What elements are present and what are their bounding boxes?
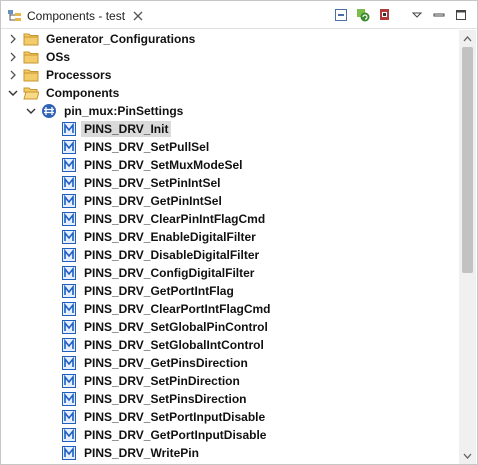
lock-icon[interactable]: [375, 5, 395, 25]
method-item[interactable]: PINS_DRV_ClearPortIntFlagCmd: [45, 300, 274, 318]
method-item[interactable]: PINS_DRV_SetPinDirection: [45, 372, 243, 390]
vertical-scrollbar[interactable]: [459, 30, 476, 464]
method-icon: [61, 355, 77, 371]
method-item[interactable]: PINS_DRV_ConfigDigitalFilter: [45, 264, 257, 282]
component-tree-icon: [7, 8, 23, 24]
method-label: PINS_DRV_WritePin: [84, 446, 199, 460]
folder-icon: [23, 67, 39, 83]
method-item[interactable]: PINS_DRV_SetPinIntSel: [45, 174, 224, 192]
method-icon: [61, 301, 77, 317]
view-toolbar: [329, 5, 471, 25]
method-label: PINS_DRV_GetPortIntFlag: [84, 284, 234, 298]
method-icon: [61, 265, 77, 281]
tab-components[interactable]: Components - test: [3, 3, 153, 29]
method-label: PINS_DRV_ConfigDigitalFilter: [84, 266, 255, 280]
tree-item-label: Processors: [46, 68, 112, 82]
method-label: PINS_DRV_SetPullSel: [84, 140, 210, 154]
view-tab-bar: Components - test: [1, 1, 477, 29]
method-item[interactable]: PINS_DRV_GetPortInputDisable: [45, 426, 269, 444]
method-item[interactable]: PINS_DRV_SetGlobalIntControl: [45, 336, 267, 354]
method-icon: [61, 193, 77, 209]
method-icon: [61, 247, 77, 263]
method-icon: [61, 319, 77, 335]
pin-settings-component-icon: [41, 103, 57, 119]
method-label: PINS_DRV_GetPinsDirection: [84, 356, 248, 370]
chevron-right-icon[interactable]: [7, 30, 19, 48]
method-item[interactable]: PINS_DRV_SetPinsDirection: [45, 390, 250, 408]
method-item[interactable]: PINS_DRV_DisableDigitalFilter: [45, 246, 262, 264]
folder-icon: [23, 31, 39, 47]
tab-title: Components - test: [27, 9, 126, 23]
method-item[interactable]: PINS_DRV_SetMuxModeSel: [45, 156, 246, 174]
method-label: PINS_DRV_SetPinsDirection: [84, 392, 247, 406]
collapse-all-icon[interactable]: [331, 5, 351, 25]
chevron-down-icon[interactable]: [25, 102, 37, 120]
scrollbar-thumb[interactable]: [462, 47, 473, 273]
tree-item-components[interactable]: Components: [7, 84, 122, 102]
minimize-icon[interactable]: [429, 5, 449, 25]
components-view: Components - test Generator_Configuratio…: [0, 0, 478, 465]
method-icon: [61, 283, 77, 299]
method-icon: [61, 211, 77, 227]
method-label: PINS_DRV_GetPinIntSel: [84, 194, 222, 208]
method-item[interactable]: PINS_DRV_GetPinsDirection: [45, 354, 251, 372]
method-label: PINS_DRV_GetPortInputDisable: [84, 428, 267, 442]
method-icon: [61, 391, 77, 407]
method-label: PINS_DRV_SetPinDirection: [84, 374, 240, 388]
method-item[interactable]: PINS_DRV_SetGlobalPinControl: [45, 318, 271, 336]
method-label: PINS_DRV_ClearPinIntFlagCmd: [84, 212, 266, 226]
method-item[interactable]: PINS_DRV_EnableDigitalFilter: [45, 228, 259, 246]
tree-item-processors[interactable]: Processors: [7, 66, 114, 84]
maximize-icon[interactable]: [451, 5, 471, 25]
method-icon: [61, 409, 77, 425]
method-icon: [61, 175, 77, 191]
tree-item-label: pin_mux:PinSettings: [64, 104, 184, 118]
method-icon: [61, 157, 77, 173]
close-icon[interactable]: [131, 9, 145, 23]
method-item[interactable]: PINS_DRV_SetPortInputDisable: [45, 408, 268, 426]
method-label: PINS_DRV_SetPinIntSel: [84, 176, 221, 190]
tree-item-label: Components: [46, 86, 120, 100]
refresh-icon[interactable]: [353, 5, 373, 25]
method-label: PINS_DRV_SetGlobalIntControl: [84, 338, 264, 352]
method-item[interactable]: PINS_DRV_SetPullSel: [45, 138, 212, 156]
tree-item-pin-mux[interactable]: pin_mux:PinSettings: [25, 102, 186, 120]
method-label: PINS_DRV_EnableDigitalFilter: [84, 230, 256, 244]
folder-open-icon: [23, 85, 39, 101]
tree-item-label: OSs: [46, 50, 71, 64]
scroll-down-arrow-icon[interactable]: [459, 447, 476, 464]
chevron-right-icon[interactable]: [7, 48, 19, 66]
method-icon: [61, 229, 77, 245]
method-item[interactable]: PINS_DRV_GetPortIntFlag: [45, 282, 237, 300]
method-icon: [61, 373, 77, 389]
method-icon: [61, 121, 77, 137]
method-icon: [61, 139, 77, 155]
tree-item-generator-configurations[interactable]: Generator_Configurations: [7, 30, 198, 48]
method-icon: [61, 337, 77, 353]
method-label: PINS_DRV_ClearPortIntFlagCmd: [84, 302, 271, 316]
view-menu-icon[interactable]: [407, 5, 427, 25]
method-label: PINS_DRV_Init: [81, 121, 172, 137]
chevron-right-icon[interactable]: [7, 66, 19, 84]
method-item[interactable]: PINS_DRV_Init: [45, 120, 172, 138]
chevron-down-icon[interactable]: [7, 84, 19, 102]
folder-icon: [23, 49, 39, 65]
method-icon: [61, 427, 77, 443]
method-item[interactable]: PINS_DRV_WritePin: [45, 444, 202, 462]
method-label: PINS_DRV_SetGlobalPinControl: [84, 320, 268, 334]
method-item[interactable]: PINS_DRV_ClearPinIntFlagCmd: [45, 210, 268, 228]
tree-item-oss[interactable]: OSs: [7, 48, 73, 66]
method-label: PINS_DRV_SetMuxModeSel: [84, 158, 243, 172]
scroll-up-arrow-icon[interactable]: [459, 30, 476, 47]
method-label: PINS_DRV_DisableDigitalFilter: [84, 248, 260, 262]
method-icon: [61, 445, 77, 461]
method-label: PINS_DRV_SetPortInputDisable: [84, 410, 266, 424]
component-tree: Generator_Configurations OSs Processors: [1, 30, 457, 464]
method-item[interactable]: PINS_DRV_GetPinIntSel: [45, 192, 225, 210]
tree-item-label: Generator_Configurations: [46, 32, 196, 46]
